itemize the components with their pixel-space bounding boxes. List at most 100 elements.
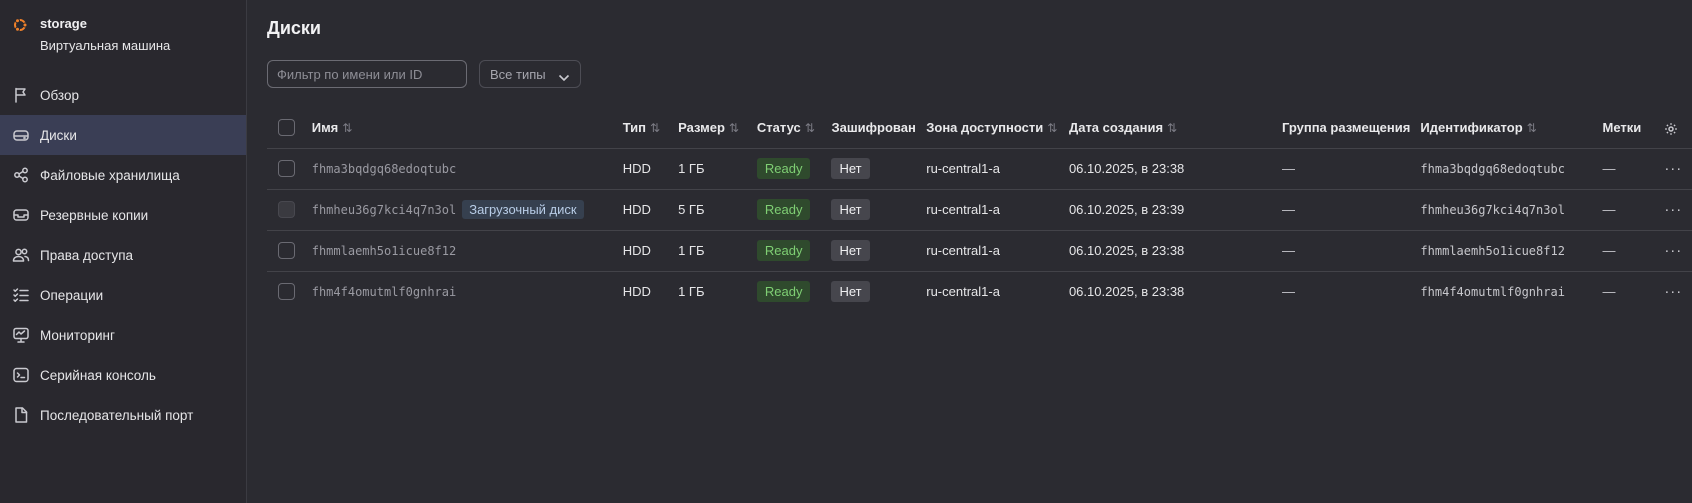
disk-created: 06.10.2025, в 23:38 [1068, 284, 1185, 300]
row-checkbox [278, 201, 295, 219]
sort-icon: ⇅ [1526, 121, 1537, 136]
disk-size: 1 ГБ [678, 243, 705, 258]
sidebar-item-serial-console[interactable]: Серийная консоль [0, 355, 246, 395]
disk-type: HDD [622, 161, 651, 176]
column-header-name[interactable]: Имя ⇅ [312, 108, 623, 148]
column-header-zone[interactable]: Зона доступности ⇅ [926, 108, 1069, 148]
sort-icon: ⇅ [1167, 121, 1178, 136]
column-header-id[interactable]: Идентификатор ⇅ [1420, 108, 1602, 148]
row-menu-icon[interactable]: ··· [1664, 160, 1682, 177]
column-header-size[interactable]: Размер ⇅ [678, 108, 757, 148]
disk-type: HDD [622, 284, 651, 300]
table-row[interactable]: fhmheu36g7kci4q7n3ol Загрузочный диск HDD… [267, 189, 1692, 230]
disk-name[interactable]: fhm4f4omutmlf0gnhrai [312, 285, 457, 299]
column-header-labels: Метки [1602, 120, 1642, 136]
disk-placement: — [1281, 202, 1295, 217]
select-all-checkbox[interactable] [278, 119, 295, 137]
row-checkbox[interactable] [278, 160, 295, 178]
disk-name[interactable]: fhmheu36g7kci4q7n3ol [312, 203, 457, 217]
disk-placement: — [1281, 284, 1295, 300]
table-row[interactable]: fhm4f4omutmlf0gnhrai HDD 1 ГБ Ready Нет … [267, 271, 1692, 312]
monitor-icon [12, 326, 30, 344]
disk-created: 06.10.2025, в 23:39 [1068, 202, 1185, 217]
disks-table: Имя ⇅ Тип ⇅ Размер ⇅ Статус ⇅ Зашифрован Зон… [267, 108, 1692, 312]
sort-icon: ⇅ [342, 121, 353, 136]
column-header-placement: Группа размещения [1281, 120, 1411, 136]
sidebar-item-backups[interactable]: Резервные копии [0, 195, 246, 235]
disk-name[interactable]: fhmmlaemh5o1icue8f12 [312, 244, 457, 258]
status-badge: Ready [756, 281, 811, 303]
sidebar-item-access[interactable]: Права доступа [0, 235, 246, 275]
sort-icon: ⇅ [728, 121, 739, 136]
status-badge: Ready [756, 240, 811, 261]
disk-size: 5 ГБ [678, 202, 705, 217]
share-icon [12, 166, 30, 184]
disk-size: 1 ГБ [678, 161, 705, 176]
row-checkbox[interactable] [278, 283, 295, 301]
users-icon [12, 246, 30, 264]
disk-name[interactable]: fhma3bqdgq68edoqtubc [312, 162, 457, 176]
sidebar-item-operations[interactable]: Операции [0, 275, 246, 315]
sort-icon: ⇅ [804, 121, 815, 136]
flag-icon [12, 86, 30, 104]
disk-id: fhmheu36g7kci4q7n3ol [1420, 203, 1565, 217]
status-badge: Ready [756, 158, 811, 179]
disk-id: fhmmlaemh5o1icue8f12 [1420, 244, 1565, 258]
disk-size: 1 ГБ [678, 284, 705, 300]
disk-id: fhm4f4omutmlf0gnhrai [1420, 285, 1565, 300]
encrypted-badge: Нет [831, 199, 870, 220]
sidebar-item-overview[interactable]: Обзор [0, 75, 246, 115]
table-header-row: Имя ⇅ Тип ⇅ Размер ⇅ Статус ⇅ Зашифрован Зон… [267, 108, 1692, 148]
disk-zone: ru-central1-a [926, 243, 1000, 258]
disk-labels: — [1602, 243, 1616, 258]
sidebar-item-disks[interactable]: Диски [0, 115, 246, 155]
sidebar-item-label: Файловые хранилища [40, 167, 180, 183]
column-header-created[interactable]: Дата создания ⇅ [1069, 108, 1282, 148]
column-header-type[interactable]: Тип ⇅ [623, 108, 678, 148]
column-header-status[interactable]: Статус ⇅ [757, 108, 832, 148]
file-icon [12, 406, 30, 424]
main-content: Диски Все типы Имя⇅ Тип⇅ Размер⇅ [248, 0, 1692, 503]
disk-created: 06.10.2025, в 23:38 [1068, 161, 1185, 176]
row-checkbox[interactable] [278, 242, 295, 260]
encrypted-badge: Нет [831, 158, 870, 179]
vm-name: storage [40, 16, 87, 31]
vm-subtitle: Виртуальная машина [40, 38, 171, 53]
disk-type: HDD [622, 202, 651, 217]
disk-labels: — [1602, 202, 1616, 217]
sidebar: storage Виртуальная машина Обзор Диски Ф… [0, 0, 247, 503]
sidebar-item-label: Операции [40, 287, 104, 303]
sidebar-item-serial-port[interactable]: Последовательный порт [0, 395, 246, 435]
row-menu-icon[interactable]: ··· [1664, 283, 1682, 300]
column-header-encrypted: Зашифрован [831, 120, 916, 136]
page-title: Диски [267, 18, 321, 38]
disk-id: fhma3bqdgq68edoqtubc [1420, 162, 1565, 176]
status-badge: Ready [756, 199, 811, 220]
terminal-icon [12, 366, 30, 384]
sidebar-nav: Обзор Диски Файловые хранилища Резервные… [0, 75, 246, 435]
gear-icon[interactable] [1664, 122, 1678, 136]
disk-icon [12, 126, 30, 144]
filter-input[interactable] [267, 60, 467, 88]
encrypted-badge: Нет [831, 240, 870, 261]
type-select[interactable]: Все типы [479, 60, 581, 88]
row-menu-icon[interactable]: ··· [1664, 201, 1682, 218]
disk-type: HDD [622, 243, 651, 258]
sort-icon: ⇅ [1047, 121, 1058, 136]
sidebar-item-monitoring[interactable]: Мониторинг [0, 315, 246, 355]
encrypted-badge: Нет [831, 281, 870, 303]
row-menu-icon[interactable]: ··· [1664, 242, 1682, 259]
disk-zone: ru-central1-a [926, 202, 1000, 217]
vm-header[interactable]: storage Виртуальная машина [12, 16, 170, 55]
list-check-icon [12, 286, 30, 304]
sort-icon: ⇅ [650, 121, 661, 136]
sidebar-item-label: Последовательный порт [40, 407, 194, 423]
table-row[interactable]: fhmmlaemh5o1icue8f12 HDD 1 ГБ Ready Нет … [267, 230, 1692, 271]
sidebar-item-file-storages[interactable]: Файловые хранилища [0, 155, 246, 195]
disk-created: 06.10.2025, в 23:38 [1068, 243, 1185, 258]
table-row[interactable]: fhma3bqdgq68edoqtubc HDD 1 ГБ Ready Нет … [267, 148, 1692, 189]
type-select-value: Все типы [490, 66, 546, 82]
disk-labels: — [1602, 161, 1616, 176]
archive-icon [12, 206, 30, 224]
sidebar-item-label: Серийная консоль [40, 367, 156, 383]
